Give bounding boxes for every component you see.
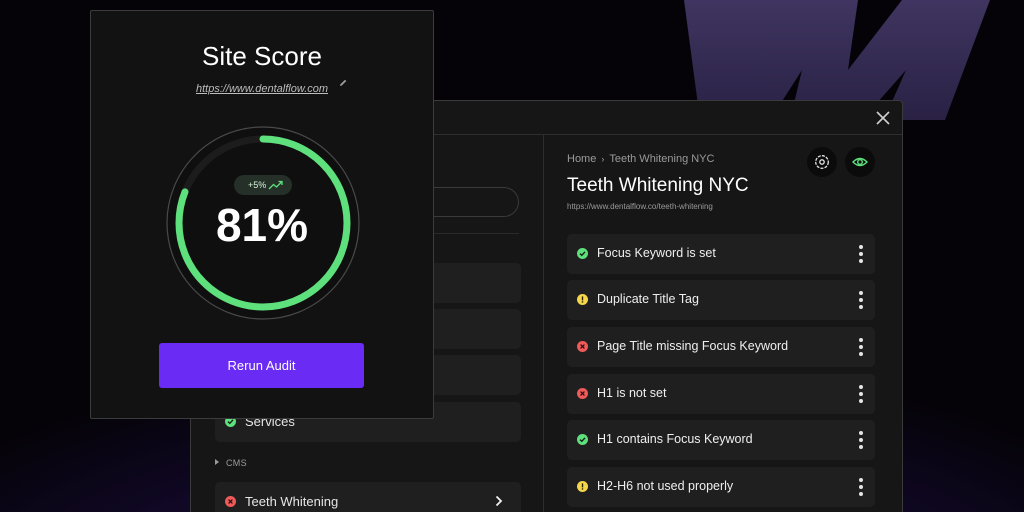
breadcrumb-separator-icon: › (601, 154, 605, 164)
seo-check-row[interactable]: Focus Keyword is set (567, 234, 875, 274)
seo-check-label: H1 is not set (597, 386, 667, 400)
more-options-icon[interactable] (859, 245, 863, 263)
site-url-link[interactable]: https://www.dentalflow.com (91, 83, 433, 95)
score-value: 81% (215, 199, 309, 251)
cms-item-teeth-whitening[interactable]: Teeth Whitening (215, 482, 521, 512)
settings-button[interactable] (807, 147, 837, 177)
preview-button[interactable] (845, 147, 875, 177)
caret-right-icon (215, 459, 219, 465)
breadcrumb-home[interactable]: Home (567, 153, 596, 165)
section-label: CMS (226, 458, 247, 468)
eye-icon (852, 157, 868, 167)
success-icon (577, 434, 588, 445)
page-title: Teeth Whitening NYC (567, 175, 749, 196)
seo-check-row[interactable]: H2-H6 not used properly (567, 467, 875, 507)
seo-check-row[interactable]: Duplicate Title Tag (567, 280, 875, 320)
close-icon[interactable] (874, 109, 892, 127)
more-options-icon[interactable] (859, 431, 863, 449)
chevron-right-icon (495, 495, 503, 507)
edit-icon[interactable] (338, 78, 348, 88)
cms-item-label: Teeth Whitening (245, 494, 339, 509)
site-score-card: Site Score https://www.dentalflow.com +5… (90, 10, 434, 419)
more-options-icon[interactable] (859, 291, 863, 309)
warning-icon (577, 481, 588, 492)
error-icon (577, 341, 588, 352)
seo-check-row[interactable]: Page Title missing Focus Keyword (567, 327, 875, 367)
trend-badge: +5% (234, 175, 292, 195)
breadcrumb: Home › Teeth Whitening NYC (567, 153, 715, 165)
trend-up-icon (268, 180, 283, 190)
error-icon (577, 388, 588, 399)
page-url: https://www.dentalflow.co/teeth-whitenin… (567, 202, 713, 211)
seo-check-row[interactable]: H1 contains Focus Keyword (567, 420, 875, 460)
trend-label: +5% (248, 180, 267, 190)
seo-check-label: Focus Keyword is set (597, 246, 716, 260)
gear-icon (815, 155, 829, 169)
seo-check-label: Duplicate Title Tag (597, 292, 699, 306)
section-toggle-cms[interactable]: CMS (215, 458, 247, 468)
error-icon (225, 496, 236, 507)
breadcrumb-current: Teeth Whitening NYC (609, 153, 715, 165)
seo-check-row[interactable]: H1 is not set (567, 374, 875, 414)
success-icon (577, 248, 588, 259)
seo-check-label: H2-H6 not used properly (597, 479, 734, 493)
more-options-icon[interactable] (859, 338, 863, 356)
seo-check-label: H1 contains Focus Keyword (597, 432, 753, 446)
warning-icon (577, 294, 588, 305)
rerun-audit-button[interactable]: Rerun Audit (159, 343, 364, 388)
seo-check-label: Page Title missing Focus Keyword (597, 339, 789, 353)
more-options-icon[interactable] (859, 385, 863, 403)
more-options-icon[interactable] (859, 478, 863, 496)
card-title: Site Score (202, 41, 322, 71)
panel-divider (543, 135, 544, 512)
